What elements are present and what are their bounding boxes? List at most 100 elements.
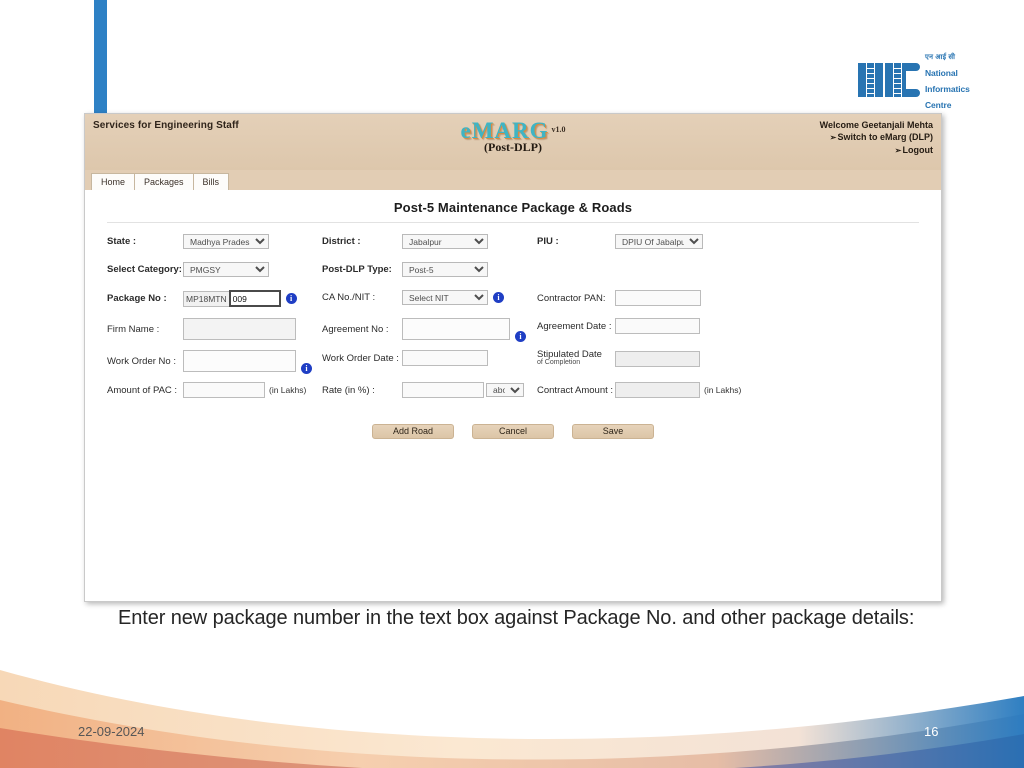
footer-date: 22-09-2024 <box>78 724 145 739</box>
logout-link[interactable]: ➢Logout <box>820 144 933 157</box>
brand-subtitle: (Post-DLP) <box>484 140 542 154</box>
work-order-no-info-icon[interactable]: i <box>301 363 312 374</box>
agreement-date-label: Agreement Date : <box>537 320 612 332</box>
piu-label: PIU : <box>537 236 559 247</box>
page-title: Post-5 Maintenance Package & Roads <box>393 200 633 215</box>
stipulated-date-sublabel: of Completion <box>537 359 581 366</box>
embedded-app-screenshot: Services for Engineering Staff eMARG v1.0… <box>84 113 942 602</box>
field-piu: PIU : DPIU Of Jabalpur <box>537 234 787 249</box>
switch-arrow-icon: ➢ <box>829 133 837 142</box>
field-ca-nit: CA No./NIT : Select NIT i <box>322 290 537 305</box>
stipulated-date-label: Stipulated Date of Completion <box>537 350 615 367</box>
postdlp-type-select[interactable]: Post-5 <box>402 262 488 277</box>
form-row-2: Select Category: PMGSY Post-DLP Type: Po… <box>107 262 919 284</box>
switch-link-label: Switch to eMarg (DLP) <box>837 132 933 142</box>
nic-hindi-text: एन आई सी <box>925 54 956 62</box>
form-row-1: State : Madhya Pradesh District : Jabalp… <box>107 234 919 256</box>
ca-nit-label: CA No./NIT : <box>322 292 376 303</box>
contractor-pan-label: Contractor PAN: <box>537 292 606 304</box>
ca-nit-select[interactable]: Select NIT <box>402 290 488 305</box>
work-order-no-label: Work Order No : <box>107 355 176 367</box>
work-order-date-input[interactable] <box>402 350 488 366</box>
amount-pac-input[interactable] <box>183 382 265 398</box>
welcome-text: Welcome Geetanjali Mehta <box>819 120 933 130</box>
rate-input[interactable] <box>402 382 484 398</box>
agreement-no-label: Agreement No : <box>322 323 389 335</box>
state-label: State : <box>107 236 137 247</box>
rate-label: Rate (in %) : <box>322 384 375 396</box>
field-district: District : Jabalpur <box>322 234 537 249</box>
field-work-order-date: Work Order Date : <box>322 350 537 366</box>
logout-arrow-icon: ➢ <box>894 146 902 155</box>
contract-amount-label: Contract Amount : <box>537 384 614 396</box>
title-divider <box>107 222 919 223</box>
form-row-3: Package No : MP18MTN i CA No./NIT : Sele… <box>107 290 919 312</box>
field-amount-pac: Amount of PAC : (in Lakhs) <box>107 382 322 398</box>
district-select[interactable]: Jabalpur <box>402 234 488 249</box>
app-branding: eMARG v1.0 (Post-DLP) <box>85 118 941 155</box>
field-stipulated-date: Stipulated Date of Completion <box>537 350 787 367</box>
field-firm-name: Firm Name : <box>107 318 322 340</box>
field-agreement-date: Agreement Date : <box>537 318 787 334</box>
nic-mark-icon <box>858 63 920 97</box>
user-session-block: Welcome Geetanjali Mehta ➢Switch to eMar… <box>820 119 933 157</box>
amount-pac-unit: (in Lakhs) <box>269 385 307 395</box>
slide-caption: Enter new package number in the text box… <box>118 604 918 633</box>
firm-name-input[interactable] <box>183 318 296 340</box>
agreement-no-info-icon[interactable]: i <box>515 331 526 342</box>
rate-modifier-select[interactable]: above <box>486 383 524 397</box>
stipulated-date-input[interactable] <box>615 350 700 367</box>
package-prefix: MP18MTN <box>183 290 229 307</box>
tab-bills[interactable]: Bills <box>192 173 230 191</box>
app-body: Post-5 Maintenance Package & Roads State… <box>85 190 941 600</box>
piu-select[interactable]: DPIU Of Jabalpur <box>615 234 703 249</box>
contract-amount-unit: (in Lakhs) <box>704 385 742 395</box>
package-form: State : Madhya Pradesh District : Jabalp… <box>107 234 919 439</box>
postdlp-type-label: Post-DLP Type: <box>322 264 392 275</box>
ca-nit-info-icon[interactable]: i <box>493 292 504 303</box>
blue-accent-bar <box>94 0 107 113</box>
version-label: v1.0 <box>551 125 566 134</box>
add-road-button[interactable]: Add Road <box>372 424 454 439</box>
package-no-label: Package No : <box>107 293 167 304</box>
field-contract-amount: Contract Amount : (in Lakhs) <box>537 382 787 398</box>
tab-home[interactable]: Home <box>91 173 136 191</box>
logout-link-label: Logout <box>902 145 934 155</box>
caption-line-2: package details: <box>771 607 915 629</box>
field-work-order-no: Work Order No : i <box>107 350 322 374</box>
nav-tab-strip: Home Packages Bills <box>85 170 941 191</box>
footer-wave-decoration <box>0 670 1024 768</box>
package-no-composite: MP18MTN <box>183 290 281 307</box>
package-no-input[interactable] <box>228 290 281 307</box>
firm-name-label: Firm Name : <box>107 323 160 335</box>
switch-to-emarg-dlp-link[interactable]: ➢Switch to eMarg (DLP) <box>820 131 933 144</box>
work-order-no-input[interactable] <box>183 350 296 372</box>
district-label: District : <box>322 236 361 247</box>
field-agreement-no: Agreement No : i <box>322 318 537 342</box>
nic-line3: Centre <box>925 100 952 111</box>
form-action-buttons: Add Road Cancel Save <box>107 424 919 439</box>
field-contractor-pan: Contractor PAN: <box>537 290 787 306</box>
state-select[interactable]: Madhya Pradesh <box>183 234 269 249</box>
agreement-date-input[interactable] <box>615 318 700 334</box>
nic-line1: National <box>925 67 958 78</box>
field-category: Select Category: PMGSY <box>107 262 322 277</box>
tab-packages[interactable]: Packages <box>134 173 194 191</box>
nic-line2: Informatics <box>925 84 970 94</box>
amount-pac-label: Amount of PAC : <box>107 384 178 396</box>
agreement-no-input[interactable] <box>402 318 510 340</box>
app-header: Services for Engineering Staff eMARG v1.0… <box>85 114 941 170</box>
form-row-4: Firm Name : Agreement No : i Agreement D… <box>107 318 919 344</box>
contract-amount-input[interactable] <box>615 382 700 398</box>
work-order-date-label: Work Order Date : <box>322 352 399 364</box>
form-row-5: Work Order No : i Work Order Date : Stip… <box>107 350 919 376</box>
save-button[interactable]: Save <box>572 424 654 439</box>
category-select[interactable]: PMGSY <box>183 262 269 277</box>
caption-line-1: Enter new package number in the text box… <box>118 607 766 629</box>
package-info-icon[interactable]: i <box>285 293 297 304</box>
field-state: State : Madhya Pradesh <box>107 234 322 249</box>
contractor-pan-input[interactable] <box>615 290 701 306</box>
field-rate: Rate (in %) : above <box>322 382 537 398</box>
cancel-button[interactable]: Cancel <box>472 424 554 439</box>
nic-wordmark: एन आई सी National Informatics Centre <box>925 47 970 112</box>
